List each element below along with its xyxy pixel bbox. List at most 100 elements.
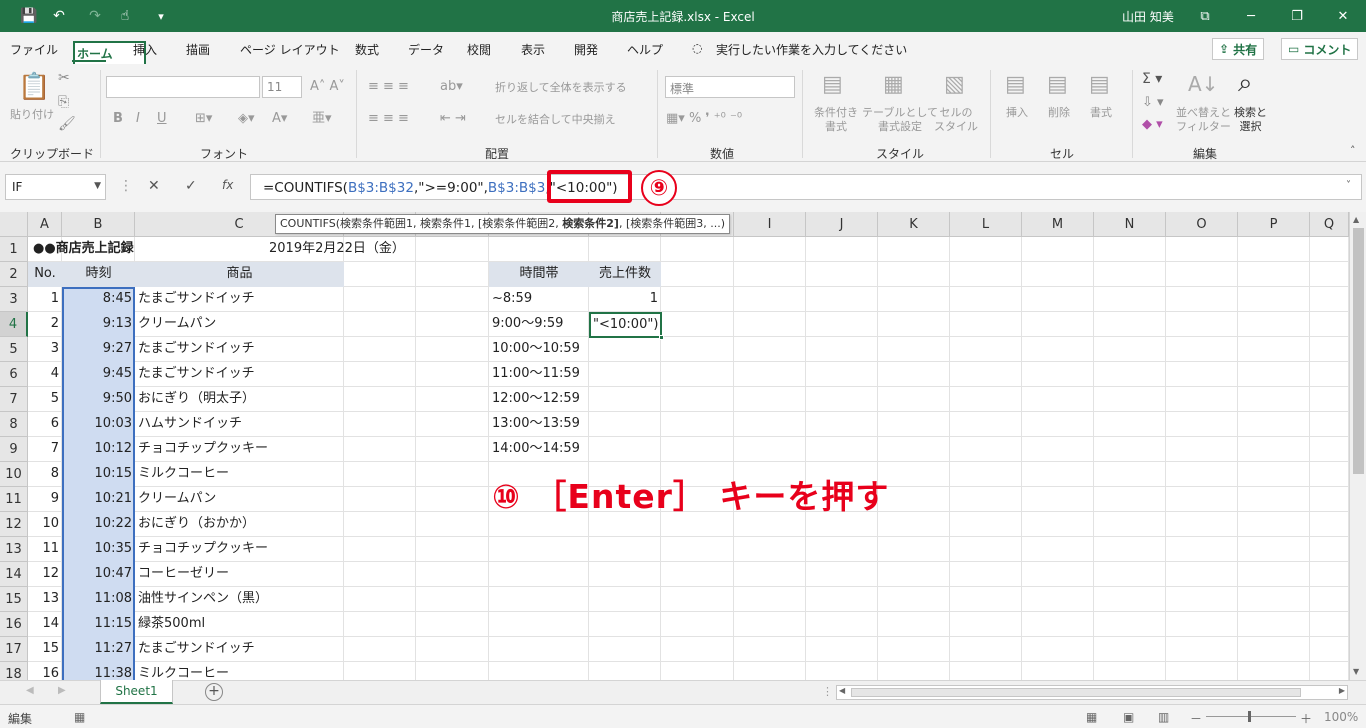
header-time[interactable]: 時刻	[62, 262, 135, 287]
user-name[interactable]: 山田 知美	[1122, 8, 1174, 25]
conditional-format-button[interactable]: 条件付き 書式	[814, 106, 858, 134]
column-header-q[interactable]: Q	[1310, 212, 1349, 237]
record-item-cell[interactable]: おにぎり（おかか）	[135, 512, 344, 537]
column-header-k[interactable]: K	[878, 212, 950, 237]
tab-data[interactable]: データ	[408, 41, 444, 58]
record-item-cell[interactable]: たまごサンドイッチ	[135, 637, 344, 662]
tab-draw[interactable]: 描画	[186, 41, 210, 58]
record-item-cell[interactable]: クリームパン	[135, 312, 344, 337]
summary-band-cell[interactable]: 10:00～10:59	[489, 337, 589, 362]
record-time-cell[interactable]: 11:15	[62, 612, 135, 637]
tab-formulas[interactable]: 数式	[355, 41, 379, 58]
record-time-cell[interactable]: 10:47	[62, 562, 135, 587]
cancel-icon[interactable]: ✕	[148, 178, 160, 194]
record-item-cell[interactable]: 油性サインペン（黒）	[135, 587, 344, 612]
tab-help[interactable]: ヘルプ	[627, 41, 663, 58]
select-all-corner[interactable]	[0, 212, 28, 237]
record-time-cell[interactable]: 10:35	[62, 537, 135, 562]
cut-icon[interactable]: ✂	[58, 70, 70, 86]
page-break-view-icon[interactable]: ▥	[1158, 710, 1169, 724]
record-no-cell[interactable]: 12	[28, 562, 62, 587]
format-cells-icon[interactable]: ▤	[1089, 72, 1110, 97]
splitter-icon[interactable]: ⋮	[822, 685, 833, 698]
column-header-i[interactable]: I	[734, 212, 806, 237]
name-box[interactable]: IF ▼	[5, 174, 106, 200]
record-item-cell[interactable]: 緑茶500ml	[135, 612, 344, 637]
record-no-cell[interactable]: 9	[28, 487, 62, 512]
italic-button[interactable]: I	[136, 112, 140, 126]
scroll-right-icon[interactable]: ▶	[1339, 686, 1345, 695]
row-header-4[interactable]: 4	[0, 312, 28, 337]
summary-count-cell[interactable]	[589, 412, 661, 437]
scroll-left-icon[interactable]: ◀	[839, 686, 845, 695]
zoom-level[interactable]: 100%	[1324, 710, 1358, 724]
record-item-cell[interactable]: ミルクコーヒー	[135, 662, 344, 680]
summary-count-cell[interactable]: 1	[589, 287, 661, 312]
format-cells-button[interactable]: 書式	[1090, 106, 1112, 120]
record-item-cell[interactable]: たまごサンドイッチ	[135, 287, 344, 312]
record-no-cell[interactable]: 5	[28, 387, 62, 412]
orientation-icon[interactable]: ab▾	[440, 80, 463, 94]
maximize-button[interactable]: ❐	[1274, 0, 1320, 32]
grow-font-icon[interactable]: A˄ A˅	[310, 80, 345, 94]
record-time-cell[interactable]: 9:50	[62, 387, 135, 412]
record-time-cell[interactable]: 9:27	[62, 337, 135, 362]
align-top-icon[interactable]: ≡ ≡ ≡	[368, 80, 409, 94]
record-time-cell[interactable]: 10:22	[62, 512, 135, 537]
delete-cells-button[interactable]: 削除	[1048, 106, 1070, 120]
bold-button[interactable]: B	[113, 112, 123, 126]
record-no-cell[interactable]: 8	[28, 462, 62, 487]
summary-band-cell[interactable]: 14:00～14:59	[489, 437, 589, 462]
header-band[interactable]: 時間帯	[489, 262, 589, 287]
tell-me-search[interactable]: 実行したい作業を入力してください	[716, 41, 907, 58]
cell-styles-icon[interactable]: ▧	[944, 72, 965, 97]
font-color-icon[interactable]: A▾	[272, 112, 287, 126]
record-item-cell[interactable]: コーヒーゼリー	[135, 562, 344, 587]
format-painter-icon[interactable]: 🖌	[58, 116, 76, 132]
record-time-cell[interactable]: 10:21	[62, 487, 135, 512]
format-table-icon[interactable]: ▦	[883, 72, 904, 97]
conditional-format-icon[interactable]: ▤	[822, 72, 843, 97]
row-header-10[interactable]: 10	[0, 462, 28, 487]
row-header-8[interactable]: 8	[0, 412, 28, 437]
align-left-icon[interactable]: ≡ ≡ ≡	[368, 112, 409, 126]
record-no-cell[interactable]: 6	[28, 412, 62, 437]
record-no-cell[interactable]: 11	[28, 537, 62, 562]
sort-filter-button[interactable]: 並べ替えと フィルター	[1176, 106, 1231, 134]
copy-icon[interactable]: ⎘	[58, 94, 69, 110]
cell-styles-button[interactable]: セルの スタイル	[934, 106, 978, 134]
underline-button[interactable]: U	[157, 112, 167, 126]
chevron-down-icon[interactable]: ▼	[94, 181, 101, 191]
hscroll-thumb[interactable]	[851, 688, 1301, 697]
record-no-cell[interactable]: 10	[28, 512, 62, 537]
summary-band-cell[interactable]: 12:00～12:59	[489, 387, 589, 412]
row-header-15[interactable]: 15	[0, 587, 28, 612]
phonetic-icon[interactable]: 亜▾	[312, 112, 332, 126]
sheet-title[interactable]: ●●商店売上記録	[30, 237, 134, 262]
column-header-p[interactable]: P	[1238, 212, 1310, 237]
zoom-in-icon[interactable]: ＋	[1300, 710, 1312, 727]
record-no-cell[interactable]: 2	[28, 312, 62, 337]
normal-view-icon[interactable]: ▦	[1086, 710, 1097, 724]
header-no[interactable]: No.	[28, 262, 62, 287]
record-item-cell[interactable]: おにぎり（明太子）	[135, 387, 344, 412]
insert-function-icon[interactable]: fx	[222, 178, 233, 192]
record-no-cell[interactable]: 14	[28, 612, 62, 637]
summary-count-cell[interactable]	[589, 387, 661, 412]
number-buttons[interactable]: ▦▾ % ❜ ⁺⁰ ⁻⁰	[666, 112, 742, 126]
record-item-cell[interactable]: ミルクコーヒー	[135, 462, 344, 487]
row-header-17[interactable]: 17	[0, 637, 28, 662]
record-time-cell[interactable]: 10:15	[62, 462, 135, 487]
next-sheet-icon[interactable]: ▶	[58, 685, 66, 696]
record-no-cell[interactable]: 7	[28, 437, 62, 462]
tab-insert[interactable]: 挿入	[133, 41, 157, 58]
column-header-o[interactable]: O	[1166, 212, 1238, 237]
sheet-tab-sheet1[interactable]: Sheet1	[100, 680, 173, 704]
record-item-cell[interactable]: チョコチップクッキー	[135, 537, 344, 562]
row-header-14[interactable]: 14	[0, 562, 28, 587]
scroll-thumb[interactable]	[1353, 228, 1364, 474]
row-header-7[interactable]: 7	[0, 387, 28, 412]
summary-band-cell[interactable]: 11:00～11:59	[489, 362, 589, 387]
record-no-cell[interactable]: 13	[28, 587, 62, 612]
delete-cells-icon[interactable]: ▤	[1047, 72, 1068, 97]
